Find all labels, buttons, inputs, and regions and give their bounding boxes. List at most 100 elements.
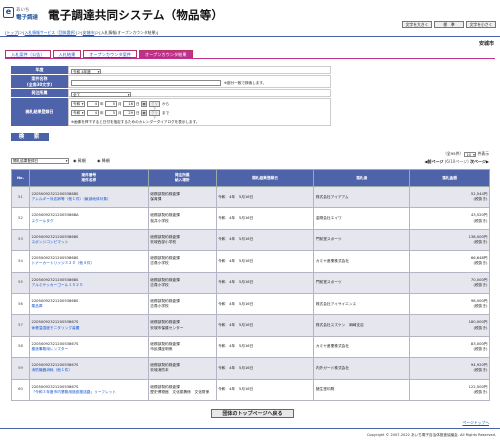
delivery-place: 志貴小学校 [150, 282, 169, 287]
row-date: 令和 4年 5月16日 [215, 228, 315, 252]
search-button[interactable]: 検 索 [11, 133, 49, 141]
sort-desc-radio[interactable]: ◉ 降順 [97, 158, 110, 164]
row-date: 令和 4年 5月16日 [215, 335, 315, 359]
next-page-link[interactable]: 次ページ▶ [470, 159, 489, 164]
from-era-select[interactable]: 令和 [71, 101, 85, 107]
row-price: 66,648円 (税抜き) [409, 250, 490, 273]
row-winner: 株式会社スズケン 岡崎支店 [313, 314, 411, 337]
fiscal-year-select[interactable]: 令和 4年度 [71, 68, 101, 75]
delivery-place: 市民課証明係 [150, 346, 173, 351]
radio-filled-icon: ◉ [73, 158, 77, 163]
tab-open-counter-results[interactable]: オープンカウンタ結果 [138, 50, 193, 58]
row-price: 43,520円 (税抜き) [409, 207, 490, 230]
back-to-org-top-button[interactable]: 団体のトップページへ戻る [211, 409, 294, 418]
case-name-link[interactable]: アルミサッカーゴール１５２０ [31, 283, 146, 288]
case-name-link[interactable]: アレルギー対応卵等（他１件）（献減地体対象） [31, 197, 146, 202]
case-name-link[interactable]: スクールタク [31, 219, 146, 224]
from-month-input[interactable]: 5 [105, 101, 117, 107]
row-price: 52,544円 (税抜き) [409, 185, 490, 209]
row-winner: カミヤ産業株式会社 [313, 335, 411, 359]
delivery-place: 桜井小学校 [150, 218, 169, 223]
col-price: 落札金額 [409, 169, 490, 187]
page-info: (6/10ページ) [444, 159, 469, 164]
row-price: 70,000円 (税抜き) [409, 271, 490, 294]
row-winner: 金剛会社エイワ [313, 207, 411, 230]
office-row: 発注所属 全て [11, 89, 331, 98]
from-suffix: から [162, 101, 170, 106]
row-case: 2205009232120053868S トナーカートリッジ３２０（他４件） [28, 250, 149, 273]
from-clear-button[interactable]: クリア [149, 101, 160, 111]
row-case: 2205009232120053868S スポンジコンピマット [28, 228, 149, 252]
to-month-input[interactable]: 5 [105, 110, 117, 116]
prev-page-link[interactable]: ◀前ページ [424, 159, 443, 164]
case-name-link[interactable]: 樹液事務用レンズター [31, 347, 146, 352]
from-day-input[interactable]: 16 [123, 101, 135, 107]
logo-text-2: 電子調達 [16, 15, 39, 21]
tax-note: (税抜き) [473, 304, 488, 309]
font-large-button[interactable]: 文字を大きく [402, 21, 432, 28]
office-select[interactable]: 全て [71, 91, 131, 98]
col-no: No. [11, 169, 30, 187]
to-suffix: まで [162, 110, 170, 115]
font-standard-button[interactable]: 標 準 [434, 21, 464, 28]
sort-select[interactable]: 開札結果登録日 [11, 158, 69, 164]
tab-bid-results[interactable]: 入札結果 [52, 50, 82, 58]
footer-divider [0, 428, 500, 429]
case-name-input[interactable] [71, 80, 221, 86]
row-no: 60 [11, 378, 30, 401]
tab-bid-cases[interactable]: 入札案件（公告） [5, 50, 51, 58]
breadcrumb-top[interactable]: トップ [6, 30, 17, 35]
font-small-button[interactable]: 文字を小さく [466, 21, 496, 28]
tax-note: (税抜き) [473, 346, 488, 351]
case-name-link[interactable]: 休業温湿度モニタリング装置 [31, 326, 146, 331]
case-name-link[interactable]: 消防機器消耗（他１件） [31, 368, 146, 373]
copyright: Copyright © 2007-2022 あいち電子自治体推進協議会. All… [366, 433, 496, 437]
org-name: 安城市 [478, 41, 494, 47]
table-row: 54 2205009232120053868S トナーカートリッジ３２０（他４件）総… [11, 250, 490, 273]
row-winner: 猪生堂印刷 [313, 378, 411, 401]
col-date: 開札結果登録日 [215, 169, 315, 187]
from-calendar-icon[interactable]: ▦ [141, 101, 147, 107]
case-name-link[interactable]: スポンジコンピマット [31, 240, 146, 245]
to-clear-button[interactable]: クリア [149, 110, 160, 120]
to-era-select[interactable]: 令和 [71, 110, 85, 116]
table-header: No. 案件番号 案件名称 発注所属 納入場所 開札結果登録日 落札者 落札金額 [11, 169, 490, 187]
header-divider [0, 36, 500, 37]
to-day-unit: 日 [136, 110, 140, 115]
tax-note: (税抜き) [473, 218, 488, 223]
row-case: 2205009232120053868S 薬品庫 [28, 292, 149, 316]
page-top-link[interactable]: ページトップへ [462, 420, 489, 426]
tab-open-counter-cases[interactable]: オープンカウンタ案件 [83, 50, 137, 58]
delivery-place: 安城消防本 [150, 368, 169, 373]
row-office: 総務部契約検査課 安城市保護センター [147, 314, 217, 337]
row-date: 令和 4年 5月16日 [215, 357, 315, 380]
asc-label: 昇順 [77, 158, 86, 163]
to-day-input[interactable]: 29 [123, 110, 135, 116]
breadcrumb-org-select[interactable]: 入札情報サービス（団体選択） [25, 30, 76, 35]
breadcrumb-org[interactable]: 安城市 [83, 30, 94, 35]
total-count: （全95件） 10 件表示 [443, 151, 489, 158]
case-name-link[interactable]: 「令和３年度市内業務用施設搬送路」リーフレット [31, 390, 146, 395]
delivery-place: 志貴小学校 [150, 304, 169, 309]
table-row: 53 2205009232120053868S スポンジコンピマット 総務部契約検査課… [11, 228, 490, 252]
per-page-select[interactable]: 10 [464, 151, 477, 158]
to-calendar-icon[interactable]: ▦ [141, 110, 147, 116]
row-no: 56 [11, 292, 30, 316]
breadcrumb-current: 入札情報(オープンカウンタ結果) [100, 30, 157, 35]
date-label: 開札結果登録日 [11, 98, 68, 126]
table-row: 55 2205009232120053868S アルミサッカーゴール１５２０ 総務部契… [11, 271, 490, 294]
row-winner: 株式会社アイデアム [313, 185, 411, 209]
sort-asc-radio[interactable]: ◉ 昇順 [73, 158, 86, 164]
case-name-link[interactable]: 薬品庫 [31, 304, 146, 309]
row-winner: 門前堂スポーツ [313, 228, 411, 252]
row-no: 57 [11, 314, 30, 337]
row-office: 総務部契約検査課 安城消防本 [147, 357, 217, 380]
results-table: No. 案件番号 案件名称 発注所属 納入場所 開札結果登録日 落札者 落札金額 5… [11, 169, 490, 401]
row-office: 総務部契約検査課 志貴小学校 [147, 250, 217, 273]
row-price: 122,500円 (税抜き) [409, 378, 490, 401]
case-name-link[interactable]: トナーカートリッジ３２０（他４件） [31, 261, 146, 266]
table-row: 51 2205009232120053868S アレルギー対応卵等（他１件）（献減地… [11, 185, 490, 209]
from-year-input[interactable]: 4 [87, 101, 99, 107]
to-year-input[interactable]: 4 [87, 110, 99, 116]
per-page-suffix: 件表示 [477, 151, 489, 156]
